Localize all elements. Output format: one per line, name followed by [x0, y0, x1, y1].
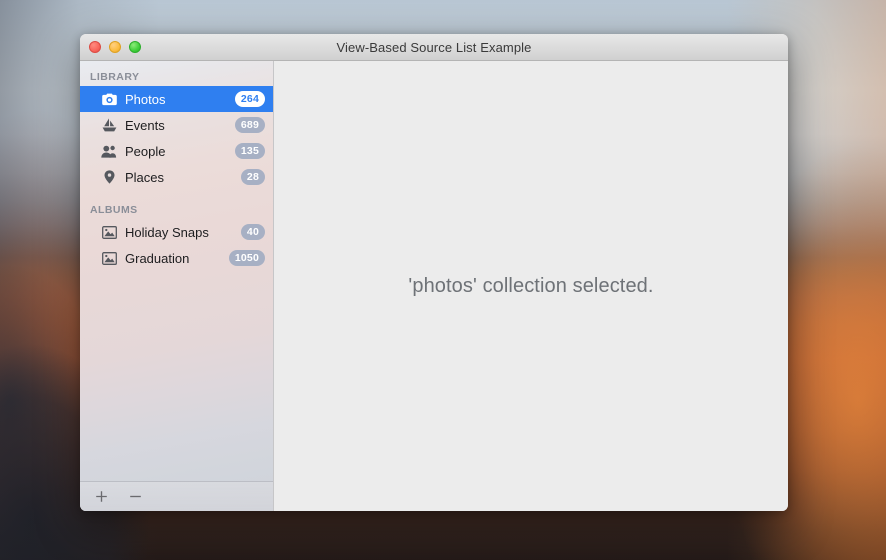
close-button[interactable]: [89, 41, 101, 53]
sidebar-item-label: Places: [125, 169, 165, 185]
group-header-library: LIBRARY: [90, 71, 140, 83]
add-button[interactable]: [90, 487, 112, 507]
sidebar-item-label: Events: [125, 117, 165, 133]
sidebar-item-badge: 28: [240, 169, 265, 185]
picture-icon: [100, 225, 118, 239]
sidebar-item-badge: 135: [234, 143, 265, 159]
people-icon: [100, 145, 118, 158]
sidebar-item-people[interactable]: People 135: [80, 138, 273, 164]
window-titlebar: View-Based Source List Example: [80, 34, 788, 61]
content-message: 'photos' collection selected.: [408, 274, 654, 297]
sidebar-item-graduation[interactable]: Graduation 1050: [80, 245, 273, 271]
map-pin-icon: [100, 170, 118, 184]
sidebar-item-badge: 40: [240, 224, 265, 240]
sidebar-item-events[interactable]: Events 689: [80, 112, 273, 138]
application-window: View-Based Source List Example LIBRARY P…: [80, 34, 788, 511]
sidebar-item-holiday-snaps[interactable]: Holiday Snaps 40: [80, 219, 273, 245]
picture-icon: [100, 251, 118, 265]
minimize-button[interactable]: [109, 41, 121, 53]
source-list[interactable]: LIBRARY Photos 264 Events 689 People 135…: [80, 61, 273, 481]
sidebar-item-photos[interactable]: Photos 264: [80, 86, 273, 112]
sidebar-item-badge: 1050: [228, 250, 265, 266]
window-body: LIBRARY Photos 264 Events 689 People 135…: [80, 61, 788, 511]
sidebar-item-label: Photos: [125, 91, 166, 107]
sidebar-item-label: People: [125, 143, 166, 159]
remove-button[interactable]: [124, 487, 146, 507]
sidebar-item-badge: 689: [234, 117, 265, 133]
sidebar-item-label: Graduation: [125, 250, 190, 266]
sidebar-item-label: Holiday Snaps: [125, 224, 209, 240]
group-header-albums: ALBUMS: [90, 204, 138, 216]
desktop-wallpaper: View-Based Source List Example LIBRARY P…: [0, 0, 886, 560]
sidebar-item-places[interactable]: Places 28: [80, 164, 273, 190]
zoom-button[interactable]: [129, 41, 141, 53]
content-pane: 'photos' collection selected.: [274, 61, 788, 511]
camera-icon: [100, 93, 118, 106]
sidebar-bottom-bar: [80, 481, 273, 511]
window-controls: [80, 41, 141, 53]
sailboat-icon: [100, 118, 118, 132]
window-title: View-Based Source List Example: [336, 39, 532, 55]
source-list-sidebar: LIBRARY Photos 264 Events 689 People 135…: [80, 61, 274, 511]
sidebar-item-badge: 264: [234, 91, 265, 107]
